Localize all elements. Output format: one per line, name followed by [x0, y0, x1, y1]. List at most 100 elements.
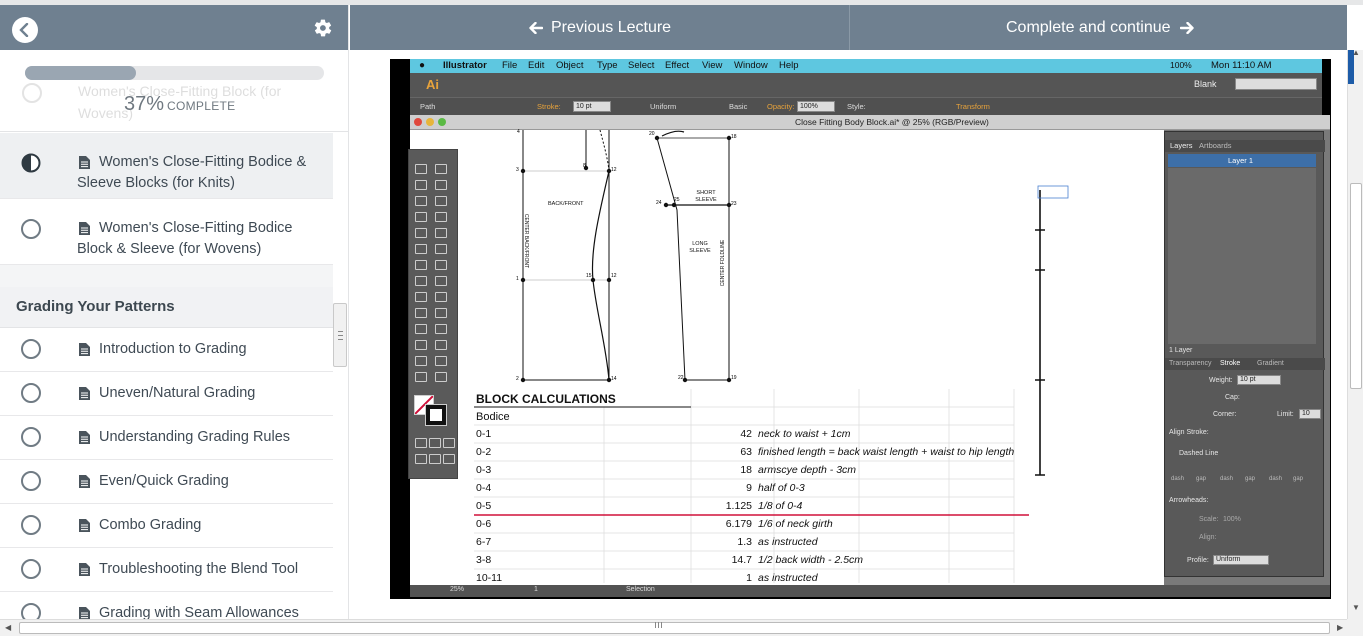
row-key: 0-2 [476, 446, 492, 458]
row-description: as instructed [758, 536, 818, 548]
row-description: 1/6 of neck girth [758, 518, 833, 530]
lecture-item[interactable]: Introduction to Grading [0, 328, 333, 372]
lecture-title: Uneven/Natural Grading [99, 385, 256, 401]
arrow-left-icon [529, 22, 543, 34]
layers-list-area [1168, 168, 1316, 344]
battery-level: 100% [1170, 60, 1192, 70]
lecture-title: Combo Grading [99, 517, 202, 533]
point-label: 12 [611, 167, 617, 173]
limit-label: Limit: [1277, 411, 1294, 418]
pattern-label-long-sleeve: LONG SLEEVE [689, 241, 711, 254]
zoom-window-icon [438, 118, 446, 126]
lecture-item[interactable]: Grading with Seam Allowances [0, 592, 333, 619]
point-label: 8 [583, 163, 586, 169]
lecture-item-current[interactable]: Women's Close-Fitting Bodice & Sleeve Bl… [0, 133, 333, 199]
course-progress: 37% COMPLETE [0, 50, 348, 132]
section-spacer [0, 265, 333, 287]
page-horizontal-scrollbar[interactable]: ◀ ▶ [0, 619, 1347, 636]
dash-label: dash [1220, 476, 1234, 482]
sidebar-scrollbar-thumb[interactable] [333, 303, 347, 367]
row-value: 63 [740, 446, 752, 458]
arrow-right-icon [1180, 22, 1194, 34]
tools-panel [408, 149, 458, 479]
section-title: Grading Your Patterns [16, 298, 175, 315]
scroll-grip-icon [655, 622, 662, 628]
lecture-item[interactable]: Even/Quick Grading [0, 460, 333, 504]
row-value: 6.179 [725, 518, 752, 530]
section-header: Grading Your Patterns [0, 287, 333, 328]
scroll-up-icon[interactable]: ▲ [1352, 48, 1360, 57]
layers-tabs: Layers Artboards [1165, 140, 1325, 152]
layer-name: Layer 1 [1228, 156, 1254, 165]
horizontal-scroll-thumb[interactable] [19, 622, 1330, 634]
complete-and-continue-label: Complete and continue [1006, 19, 1171, 36]
apple-icon: ● [419, 60, 426, 71]
complete-and-continue-button[interactable]: Complete and continue [850, 5, 1347, 50]
row-value: 18 [740, 464, 752, 476]
previous-lecture-label: Previous Lecture [551, 19, 672, 36]
menu-type: Type [597, 60, 618, 71]
point-label: 15 [586, 273, 592, 279]
scroll-down-icon[interactable]: ▼ [1352, 603, 1360, 612]
progress-bar [25, 66, 324, 80]
menubar-app-name: Illustrator [443, 60, 487, 71]
opacity-field: 100% [797, 101, 835, 112]
incomplete-circle-icon [21, 383, 41, 403]
table-row: 3-8 14.7 1/2 back width - 2.5cm [454, 551, 1074, 569]
incomplete-circle-icon [21, 339, 41, 359]
stroke-tab: Stroke [1220, 360, 1241, 367]
lecture-title: Women's Close-Fitting Bodice & Sleeve Bl… [77, 154, 307, 191]
menu-view: View [702, 60, 723, 71]
lecture-video[interactable]: ● Illustrator File Edit Object Type Sele… [390, 59, 1331, 599]
opacity-label: Opacity: [767, 102, 795, 111]
incomplete-circle-icon [21, 427, 41, 447]
page-vertical-scrollbar[interactable]: ▲ ▼ [1347, 48, 1363, 619]
lecture-item[interactable]: Understanding Grading Rules [0, 416, 333, 460]
limit-field: 10 [1299, 409, 1321, 419]
row-value: 1 [746, 572, 752, 584]
row-description: finished length = back waist length + wa… [758, 446, 1015, 458]
page-scroll-thumb[interactable] [1350, 183, 1362, 389]
incomplete-circle-icon [21, 471, 41, 491]
align-label: Align: [1199, 534, 1217, 541]
row-description: 1/2 back width - 2.5cm [758, 554, 864, 566]
lecture-title: Understanding Grading Rules [99, 429, 291, 445]
row-description: half of 0-3 [758, 482, 805, 494]
lecture-item[interactable]: Uneven/Natural Grading [0, 372, 333, 416]
progress-bar-fill [25, 66, 136, 80]
lecture-item[interactable]: Women's Close-Fitting Bodice Block & Sle… [0, 199, 333, 265]
incomplete-circle-icon [21, 603, 41, 619]
gear-icon[interactable] [313, 18, 333, 38]
lecture-item[interactable]: Combo Grading [0, 504, 333, 548]
scroll-right-icon[interactable]: ▶ [1337, 623, 1343, 632]
illustrator-logo-icon: Ai [426, 77, 439, 92]
row-key: 6-7 [476, 536, 492, 548]
minimize-window-icon [426, 118, 434, 126]
zoom-level: 25% [450, 586, 465, 593]
chevron-left-icon [19, 23, 29, 37]
point-label: 20 [649, 131, 655, 137]
row-value: 1.3 [737, 536, 752, 548]
block-calculations-subtitle: Bodice [476, 411, 510, 423]
table-row: 6-7 1.3 as instructed [454, 533, 1074, 551]
pattern-label-center-fold: CENTER FOLDLINE [720, 239, 727, 287]
app-control-bar: Ai Blank [410, 73, 1322, 97]
transform-link: Transform [956, 102, 990, 111]
table-row: 0-6 6.179 1/6 of neck girth [454, 515, 1074, 533]
previous-lecture-button[interactable]: Previous Lecture [350, 5, 849, 50]
scale-label: Scale: [1199, 516, 1219, 523]
lecture-title: Grading with Seam Allowances [99, 605, 299, 619]
pattern-label-short-sleeve: SHORT SLEEVE [695, 190, 717, 203]
lecture-item[interactable]: Troubleshooting the Blend Tool [0, 548, 333, 592]
table-row: 0-5 1.125 1/8 of 0-4 [454, 497, 1074, 515]
progress-complete-label: COMPLETE [167, 99, 236, 113]
progress-text: 37% COMPLETE [124, 93, 235, 116]
back-button[interactable] [12, 17, 38, 43]
document-title: Close Fitting Body Block.ai* @ 25% (RGB/… [795, 117, 989, 127]
layer-count: 1 Layer [1169, 347, 1193, 354]
scroll-left-icon[interactable]: ◀ [5, 623, 11, 632]
point-label: 18 [731, 134, 737, 140]
gradient-tab: Gradient [1257, 360, 1284, 367]
lecture-title: Troubleshooting the Blend Tool [99, 561, 299, 577]
point-label: 14 [611, 376, 617, 382]
